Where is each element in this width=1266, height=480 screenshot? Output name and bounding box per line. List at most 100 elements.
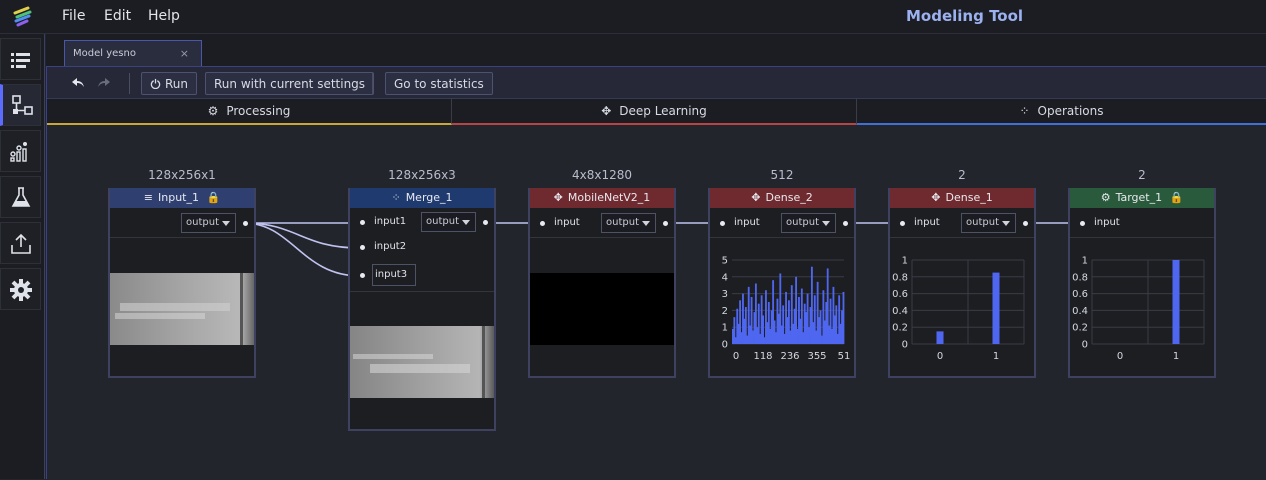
close-tab-icon[interactable]: × [180,47,189,60]
node-input-header[interactable]: ≡ Input_1 🔒 [110,188,254,208]
node-merge-header[interactable]: ⁘ Merge_1 [350,188,494,208]
lock-icon: 🔒 [206,191,221,204]
node-target-header[interactable]: ⚙ Target_1 🔒 [1070,188,1214,208]
node-dense2-ports: input output [710,208,854,238]
power-icon [150,78,161,90]
output-port[interactable] [663,221,668,226]
chevron-down-icon [222,221,230,226]
y-tick-label: 0.8 [892,272,908,283]
node-merge[interactable]: ⁘ Merge_1 input1 output input2 input3 [348,188,496,431]
gear-icon: ⚙ [207,104,219,118]
input-label: input [554,217,580,228]
output-dropdown[interactable]: output [601,213,656,233]
output-dropdown[interactable]: output [421,212,476,232]
input-label: input [1094,217,1120,228]
brain-icon: ✥ [553,191,563,204]
input-label: input [734,217,760,228]
input-shape-label: 128x256x1 [148,168,216,182]
tab-deep-learning[interactable]: ✥ Deep Learning [452,99,857,125]
node-dense2[interactable]: ✥ Dense_2 input output 0 1 2 3 4 5 0 118 236 355 51 [708,188,856,378]
node-mobilenet-title: MobileNetV2_1 [567,191,651,204]
run-label: Run [165,77,189,91]
operations-icon: ⁘ [1019,104,1030,118]
menu-file[interactable]: File [62,8,85,24]
input2-port[interactable] [360,245,365,250]
model-canvas[interactable]: 128x256x1 ≡ Input_1 🔒 output 128x256x3 ⁘… [47,127,1266,480]
tab-operations[interactable]: ⁘ Operations [857,99,1266,125]
x-tick-label: 236 [780,351,799,362]
y-tick-label: 1 [1082,256,1088,267]
input-port[interactable] [900,221,905,226]
tab-operations-label: Operations [1037,104,1104,118]
y-tick-label: 0.4 [1072,306,1088,317]
sidebar-export-button[interactable] [0,222,41,264]
input3-label[interactable]: input3 [372,264,416,286]
node-input-ports: output [110,208,254,238]
output-port[interactable] [843,221,848,226]
list-icon [11,53,30,68]
gear-icon [10,279,32,301]
node-dense1-header[interactable]: ✥ Dense_1 [890,188,1034,208]
bar [936,331,944,344]
input-port[interactable] [1080,221,1085,226]
brain-icon: ✥ [601,104,612,118]
sidebar-projects-button[interactable] [0,38,41,80]
toolbar-divider [372,73,373,94]
node-target-ports: input [1070,208,1214,238]
node-dense1[interactable]: ✥ Dense_1 input output 0 0.2 0.4 0.6 0.8 1 0 1 [888,188,1036,378]
y-tick-label: 0.2 [892,323,908,334]
tab-model-yesno[interactable]: Model yesno × [64,40,202,67]
top-menu-bar: File Edit Help Modeling Tool [0,0,1266,34]
output-dropdown[interactable]: output [181,213,236,233]
y-tick-label: 0 [1082,340,1088,351]
node-mobilenet[interactable]: ✥ MobileNetV2_1 input output [528,188,676,378]
output-dropdown[interactable]: output [961,213,1016,233]
tab-label: Model yesno [73,48,136,59]
x-tick-label: 1 [1173,351,1179,362]
app-logo-icon [13,6,32,27]
sidebar-test-button[interactable] [0,176,41,218]
mobilenet-shape-label: 4x8x1280 [571,168,632,182]
node-target[interactable]: ⚙ Target_1 🔒 input 0 0.2 0.4 0.6 0.8 1 0 1 [1068,188,1216,378]
output-dropdown[interactable]: output [781,213,836,233]
node-dense2-title: Dense_2 [765,191,813,204]
document-tab-strip: Model yesno × [46,34,1266,67]
redo-icon[interactable] [97,77,111,89]
node-dense1-title: Dense_1 [945,191,993,204]
input-port[interactable] [720,221,725,226]
input1-port[interactable] [360,220,365,225]
run-button[interactable]: Run [141,72,198,95]
node-input[interactable]: ≡ Input_1 🔒 output [108,188,256,378]
y-tick-label: 4 [722,272,728,283]
output-port[interactable] [483,220,488,225]
menu-edit[interactable]: Edit [104,8,131,24]
output-dropdown-value: output [606,217,639,228]
node-dense2-header[interactable]: ✥ Dense_2 [710,188,854,208]
menu-help[interactable]: Help [148,8,180,24]
target-shape-label: 2 [1138,168,1146,182]
y-tick-label: 1 [722,323,728,334]
brain-icon: ✥ [931,191,941,204]
dense2-shape-label: 512 [770,168,794,182]
y-tick-label: 0 [722,340,728,351]
node-mobilenet-header[interactable]: ✥ MobileNetV2_1 [530,188,674,208]
node-merge-ports: input1 output input2 input3 [350,208,494,292]
node-input-title: Input_1 [158,191,199,204]
sidebar-settings-button[interactable] [0,268,41,310]
y-tick-label: 0 [902,340,908,351]
tab-processing[interactable]: ⚙ Processing [47,99,452,125]
node-merge-title: Merge_1 [405,191,453,204]
flask-icon [11,187,31,207]
y-tick-label: 0.6 [1072,289,1088,300]
sidebar-statistics-button[interactable] [0,130,41,172]
run-with-current-settings-button[interactable]: Run with current settings [205,72,375,95]
input3-port[interactable] [360,273,365,278]
undo-icon[interactable] [71,77,85,89]
category-tabs: ⚙ Processing ✥ Deep Learning ⁘ Operations [47,99,1266,125]
go-to-statistics-button[interactable]: Go to statistics [385,72,493,95]
sidebar-modeling-button[interactable] [0,84,41,126]
input-port[interactable] [540,221,545,226]
output-port[interactable] [243,221,248,226]
output-port[interactable] [1023,221,1028,226]
dense1-shape-label: 2 [958,168,966,182]
